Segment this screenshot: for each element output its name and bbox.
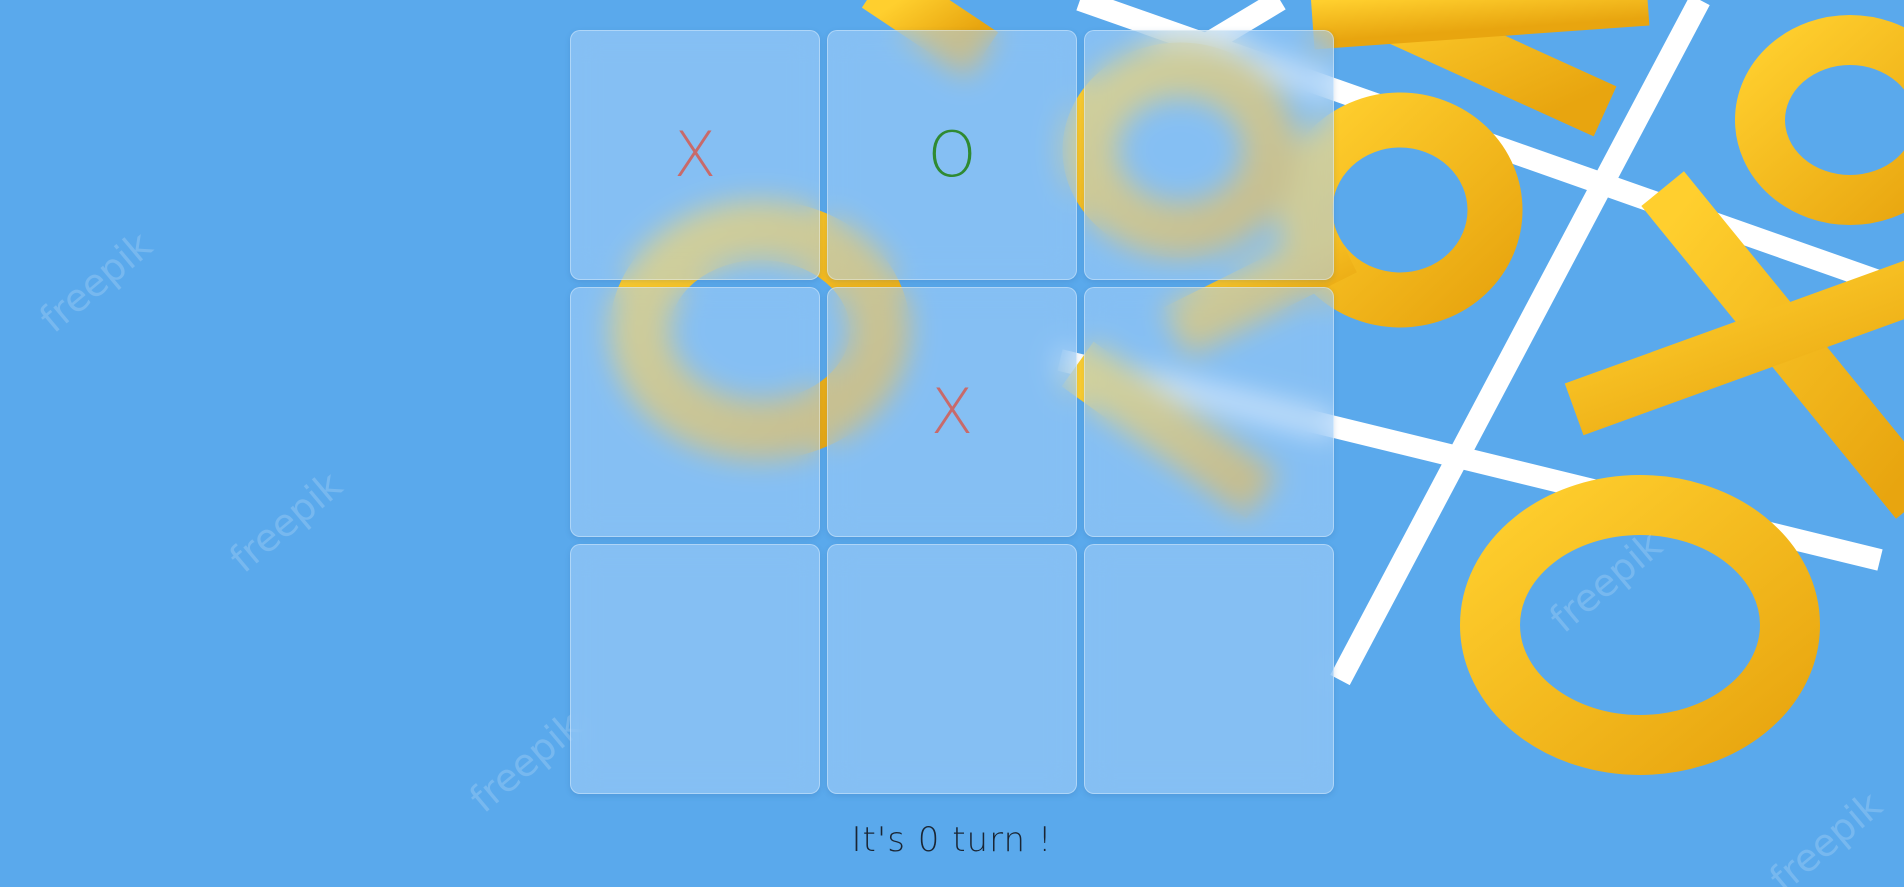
game-screen: freepik freepik freepik freepik freepik … xyxy=(0,0,1904,887)
game-board: X O X xyxy=(570,30,1334,794)
cell-mark: X xyxy=(930,375,974,448)
board-cell-8[interactable] xyxy=(827,544,1077,794)
board-cell-3[interactable] xyxy=(1084,30,1334,280)
board-cell-4[interactable] xyxy=(570,287,820,537)
cell-mark: X xyxy=(673,118,717,191)
cell-mark: O xyxy=(927,118,977,191)
turn-status: It's 0 turn ! xyxy=(851,820,1053,860)
board-cell-6[interactable] xyxy=(1084,287,1334,537)
board-cell-5[interactable]: X xyxy=(827,287,1077,537)
board-cell-1[interactable]: X xyxy=(570,30,820,280)
board-cell-7[interactable] xyxy=(570,544,820,794)
board-cell-9[interactable] xyxy=(1084,544,1334,794)
board-cell-2[interactable]: O xyxy=(827,30,1077,280)
